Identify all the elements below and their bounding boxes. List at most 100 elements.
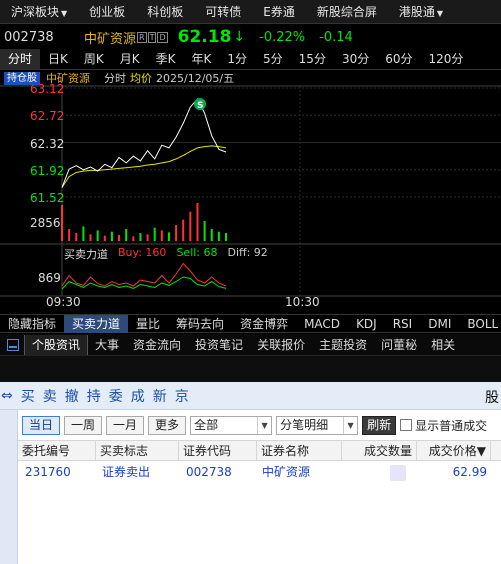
cell-side: 证券卖出 — [102, 465, 151, 479]
buy-power-line — [61, 262, 227, 287]
chart-grid — [0, 85, 501, 297]
op-deals[interactable]: 成 — [131, 386, 145, 406]
refresh-button[interactable]: 刷新 — [362, 415, 397, 435]
col-name[interactable]: 证券名称 — [257, 441, 342, 461]
show-normal-deals-checkbox[interactable]: 显示普通成交 — [400, 417, 487, 434]
tab-boll[interactable]: BOLL — [459, 315, 501, 333]
price-lines — [61, 98, 227, 188]
nav-hk-connect[interactable]: 港股通 ▼ — [388, 3, 454, 20]
change-percent: -0.22% — [259, 29, 306, 45]
market-nav: 沪深板块 ▼ 创业板 科创板 可转债 E券通 新股综合屏 港股通 ▼ — [0, 0, 501, 24]
sell-marker-label: S — [197, 101, 203, 111]
op-bse[interactable]: 京 — [175, 386, 189, 406]
nav-star-market[interactable]: 科创板 — [136, 3, 194, 20]
sell-value: Sell: 68 — [176, 246, 218, 259]
tab-chip-flow[interactable]: 筹码去向 — [168, 315, 232, 333]
tab-60min[interactable]: 60分 — [377, 49, 420, 70]
col-code[interactable]: 证券代码 — [179, 441, 257, 461]
rtd-badge-r: R — [137, 31, 147, 43]
col-qty[interactable]: 成交数量 — [342, 441, 417, 461]
checkbox-label: 显示普通成交 — [415, 418, 488, 433]
tab-buy-sell-power[interactable]: 买卖力道 — [64, 314, 129, 333]
scope-select[interactable]: 全部 ▼ — [190, 415, 273, 435]
tab-hide-indicator[interactable]: 隐藏指标 — [0, 315, 64, 333]
intraday-chart-svg: 63.12 62.72 62.32 61.92 61.52 2856 869 0… — [0, 82, 501, 309]
col-side[interactable]: 买卖标志 — [96, 441, 179, 461]
tab-dmi[interactable]: DMI — [420, 315, 459, 333]
cell-order-id: 231760 — [25, 465, 71, 479]
tab-macd[interactable]: MACD — [296, 315, 348, 333]
op-new-shares[interactable]: 新 — [153, 386, 167, 406]
holding-badge: 持仓股 — [4, 71, 40, 85]
cell-code: 002738 — [186, 465, 232, 479]
stock-code: 002738 — [4, 29, 54, 45]
tab-15min[interactable]: 15分 — [291, 49, 334, 70]
diff-value: Diff: 92 — [227, 246, 268, 259]
tab-notes[interactable]: 投资笔记 — [188, 335, 250, 355]
filter-month-button[interactable]: 一月 — [106, 415, 145, 435]
nav-e-bond[interactable]: E券通 — [252, 3, 306, 20]
rtd-badge-t: T — [147, 31, 157, 43]
chart-stock-name: 中矿资源 — [46, 72, 90, 85]
minimize-icon[interactable] — [7, 338, 19, 351]
op-sell[interactable]: 卖 — [43, 386, 57, 406]
tab-daily-k[interactable]: 日K — [40, 49, 76, 70]
bs-tick: 869 — [38, 271, 61, 285]
quote-bar: 002738 中矿资源 RTD 62.18 ↓ -0.22% -0.14 — [0, 26, 501, 48]
tab-fund-game[interactable]: 资金博弈 — [232, 315, 296, 333]
tab-5min[interactable]: 5分 — [255, 49, 291, 70]
col-order-id[interactable]: 委托编号 — [18, 441, 96, 461]
tab-intraday[interactable]: 分时 — [0, 48, 41, 70]
trade-toolbar: ⇔ 买 卖 撤 持 委 成 新 京 股 — [0, 382, 501, 410]
checkbox-box — [400, 419, 413, 431]
chevron-down-icon: ▼ — [61, 9, 68, 18]
scope-select-value: 全部 — [194, 417, 219, 432]
tab-related[interactable]: 相关 — [424, 335, 462, 355]
price-tick-4: 61.52 — [30, 191, 64, 205]
filter-more-button[interactable]: 更多 — [148, 415, 187, 435]
tab-related-quotes[interactable]: 关联报价 — [250, 335, 312, 355]
table-row[interactable]: 231760 证券卖出 002738 中矿资源 62.99 — [18, 462, 501, 483]
detail-select[interactable]: 分笔明细 ▼ — [276, 415, 359, 435]
tab-fund-flow[interactable]: 资金流向 — [126, 335, 188, 355]
nav-chinext[interactable]: 创业板 — [78, 3, 136, 20]
tab-monthly-k[interactable]: 月K — [112, 49, 148, 70]
tab-events[interactable]: 大事 — [88, 335, 126, 355]
chart-header: 持仓股 中矿资源 分时 均价 2025/12/05/五 — [0, 71, 234, 85]
cell-name: 中矿资源 — [262, 465, 311, 479]
col-price[interactable]: 成交价格▼ — [417, 441, 491, 461]
buy-value: Buy: 160 — [118, 246, 167, 259]
sell-marker[interactable]: S — [194, 98, 206, 111]
op-orders[interactable]: 委 — [109, 386, 123, 406]
chart-type-label: 分时 — [104, 72, 126, 85]
filter-today-button[interactable]: 当日 — [22, 415, 61, 435]
tab-30min[interactable]: 30分 — [334, 49, 377, 70]
op-cancel[interactable]: 撤 — [65, 386, 79, 406]
tab-kdj[interactable]: KDJ — [348, 315, 385, 333]
tab-ask-secretary[interactable]: 问董秘 — [374, 335, 424, 355]
nav-new-stocks[interactable]: 新股综合屏 — [306, 3, 388, 20]
nav-hs-sectors[interactable]: 沪深板块 ▼ — [0, 3, 78, 20]
nav-convertible-bonds[interactable]: 可转债 — [194, 3, 252, 20]
period-tabs: 分时 日K 周K 月K 季K 年K 1分 5分 15分 30分 60分 120分 — [0, 48, 501, 70]
expand-icon[interactable]: ⇔ — [1, 388, 13, 404]
op-holdings[interactable]: 持 — [87, 386, 101, 406]
filter-week-button[interactable]: 一周 — [64, 415, 103, 435]
trade-filters: 当日 一周 一月 更多 全部 ▼ 分笔明细 ▼ 刷新 显示普通成交 — [22, 415, 487, 435]
last-price: 62.18 — [177, 27, 232, 47]
tab-weekly-k[interactable]: 周K — [76, 49, 112, 70]
tab-1min[interactable]: 1分 — [219, 49, 255, 70]
buy-sell-lines — [61, 262, 227, 290]
tab-rsi[interactable]: RSI — [385, 315, 421, 333]
change-amount: -0.14 — [319, 29, 353, 45]
tab-stock-news[interactable]: 个股资讯 — [24, 334, 89, 355]
op-buy[interactable]: 买 — [21, 386, 35, 406]
time-tick-start: 09:30 — [46, 295, 81, 309]
tab-theme-invest[interactable]: 主题投资 — [312, 335, 374, 355]
tab-volume-ratio[interactable]: 量比 — [128, 315, 168, 333]
intraday-chart[interactable]: 63.12 62.72 62.32 61.92 61.52 2856 869 0… — [0, 70, 501, 313]
tab-120min[interactable]: 120分 — [421, 49, 472, 70]
tab-quarterly-k[interactable]: 季K — [148, 49, 184, 70]
tab-yearly-k[interactable]: 年K — [184, 49, 220, 70]
stock-name[interactable]: 中矿资源 — [84, 28, 136, 47]
